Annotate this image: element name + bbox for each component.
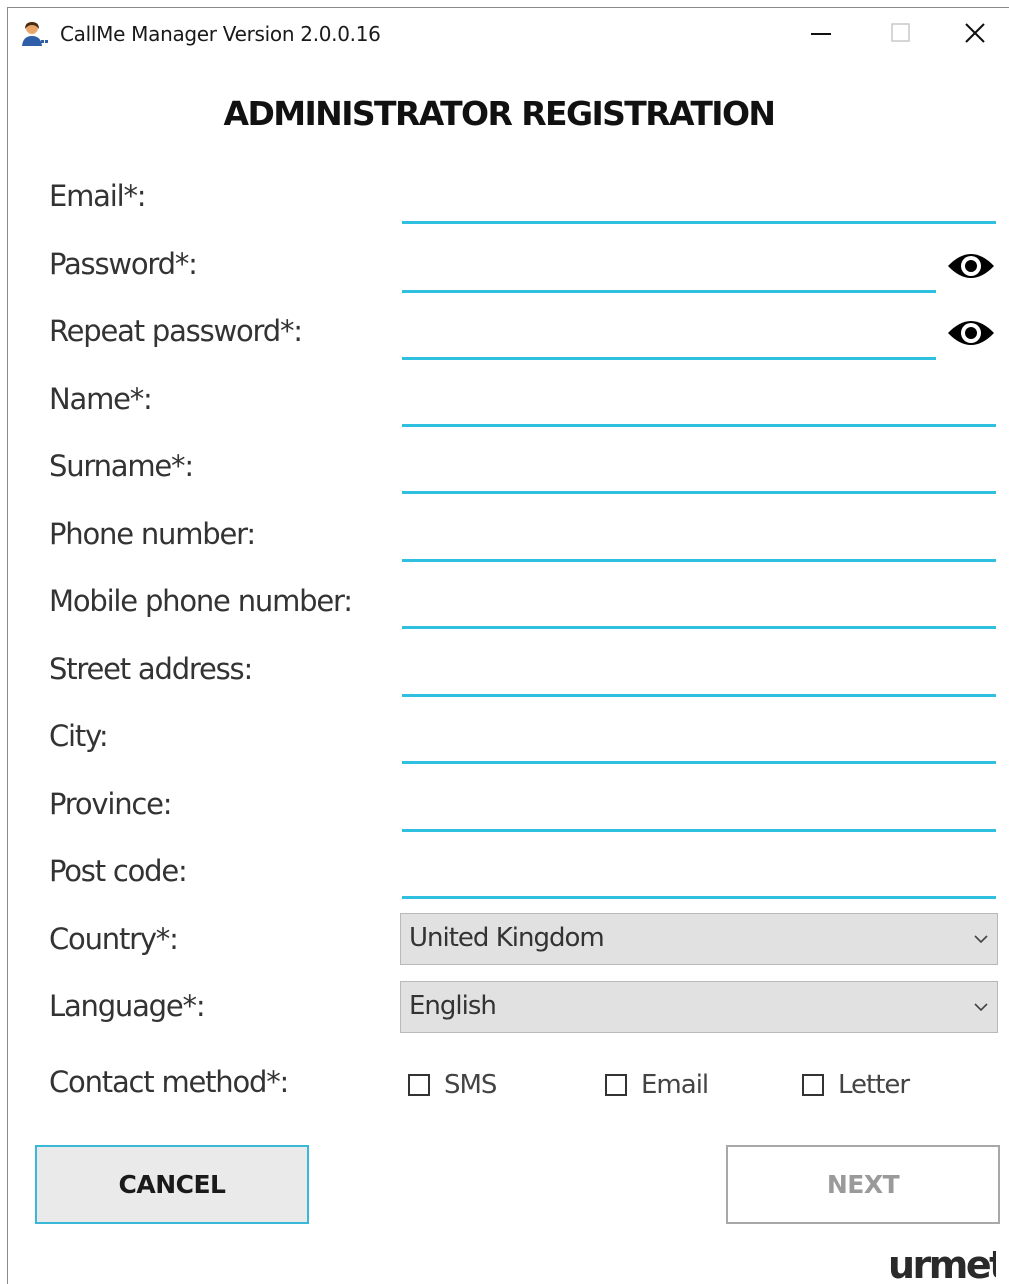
user-icon (22, 22, 48, 46)
next-button[interactable]: NEXT (726, 1145, 1000, 1224)
contact-sms-label: SMS (444, 1070, 497, 1100)
email-label: Email*: (49, 179, 147, 213)
page-title: ADMINISTRATOR REGISTRATION (223, 94, 777, 133)
checkbox-box[interactable] (605, 1074, 627, 1096)
email-field[interactable] (402, 180, 996, 224)
country-select[interactable]: United Kingdom (400, 913, 998, 965)
title-bar[interactable]: CallMe Manager Version 2.0.0.16 (8, 8, 1009, 58)
maximize-icon (891, 23, 910, 42)
close-button[interactable] (941, 8, 1009, 58)
minimize-icon (811, 33, 831, 35)
mobile-field[interactable] (402, 585, 996, 629)
window-title: CallMe Manager Version 2.0.0.16 (60, 22, 381, 46)
surname-label: Surname*: (49, 449, 194, 483)
contact-sms-checkbox[interactable]: SMS (408, 1068, 497, 1102)
name-label: Name*: (49, 382, 153, 416)
language-label: Language*: (49, 989, 206, 1023)
postcode-label: Post code: (49, 854, 188, 888)
password-field[interactable] (402, 249, 936, 293)
contact-method-label: Contact method*: (49, 1065, 289, 1099)
minimize-button[interactable] (781, 8, 861, 58)
app-window: CallMe Manager Version 2.0.0.16 ADMINIST… (7, 7, 1009, 1284)
contact-email-label: Email (641, 1070, 709, 1100)
country-value: United Kingdom (409, 923, 605, 953)
street-label: Street address: (49, 652, 253, 686)
contact-letter-label: Letter (838, 1070, 910, 1100)
eye-icon[interactable] (945, 246, 997, 286)
country-label: Country*: (49, 922, 179, 956)
maximize-button[interactable] (861, 8, 941, 58)
eye-icon[interactable] (945, 313, 997, 353)
repeat-password-field[interactable] (402, 316, 936, 360)
chevron-down-icon (974, 935, 988, 944)
language-select[interactable]: English (400, 981, 998, 1033)
province-label: Province: (49, 787, 173, 821)
chevron-down-icon (974, 1003, 988, 1012)
province-field[interactable] (402, 788, 996, 832)
street-field[interactable] (402, 653, 996, 697)
checkbox-box[interactable] (802, 1074, 824, 1096)
phone-label: Phone number: (49, 517, 256, 551)
city-field[interactable] (402, 720, 996, 764)
close-icon (965, 23, 985, 43)
cancel-button[interactable]: CANCEL (35, 1145, 309, 1224)
contact-letter-checkbox[interactable]: Letter (802, 1068, 910, 1102)
name-field[interactable] (402, 383, 996, 427)
logo-text: urmet (888, 1243, 996, 1284)
urmet-logo: urmet (888, 1243, 996, 1284)
password-label: Password*: (49, 247, 198, 281)
checkbox-box[interactable] (408, 1074, 430, 1096)
postcode-field[interactable] (402, 855, 996, 899)
contact-email-checkbox[interactable]: Email (605, 1068, 709, 1102)
language-value: English (409, 991, 497, 1021)
city-label: City: (49, 719, 109, 753)
surname-field[interactable] (402, 450, 996, 494)
repeat-password-label: Repeat password*: (49, 314, 303, 348)
phone-field[interactable] (402, 518, 996, 562)
mobile-label: Mobile phone number: (49, 584, 353, 618)
